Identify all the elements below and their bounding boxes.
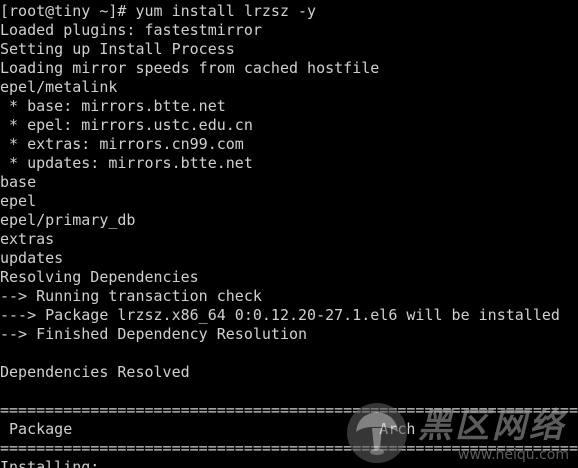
output-line: base xyxy=(0,173,37,191)
output-line: Setting up Install Process xyxy=(0,40,235,58)
output-line: Installing: xyxy=(0,458,100,468)
output-line: Loaded plugins: fastestmirror xyxy=(0,21,262,39)
output-line: epel/primary_db xyxy=(0,211,136,229)
output-line: Dependencies Resolved xyxy=(0,363,190,381)
shell-prompt: [root@tiny ~]# xyxy=(0,2,136,20)
output-line: * base: mirrors.btte.net xyxy=(0,97,226,115)
site-watermark: 黑区网络 www.heiqu.com xyxy=(346,402,578,468)
output-line: epel xyxy=(0,192,37,210)
output-line: --> Finished Dependency Resolution xyxy=(0,325,308,343)
output-line: Resolving Dependencies xyxy=(0,268,199,286)
output-line: Loading mirror speeds from cached hostfi… xyxy=(0,59,380,77)
output-line: ---> Package lrzsz.x86_64 0:0.12.20-27.1… xyxy=(0,306,560,324)
watermark-url: www.heiqu.com xyxy=(458,447,570,463)
mushroom-logo-icon xyxy=(347,403,407,463)
watermark-title: 黑区网络 xyxy=(418,406,566,446)
output-line: * epel: mirrors.ustc.edu.cn xyxy=(0,116,253,134)
output-line: * updates: mirrors.btte.net xyxy=(0,154,253,172)
output-line: extras xyxy=(0,230,55,248)
terminal-window[interactable]: [root@tiny ~]# yum install lrzsz -y Load… xyxy=(0,0,578,468)
command-line: [root@tiny ~]# yum install lrzsz -y xyxy=(0,2,316,21)
output-line: updates xyxy=(0,249,64,267)
output-line: --> Running transaction check xyxy=(0,287,262,305)
output-line: epel/metalink xyxy=(0,78,118,96)
typed-command: yum install lrzsz -y xyxy=(135,2,317,20)
output-line: * extras: mirrors.cn99.com xyxy=(0,135,244,153)
